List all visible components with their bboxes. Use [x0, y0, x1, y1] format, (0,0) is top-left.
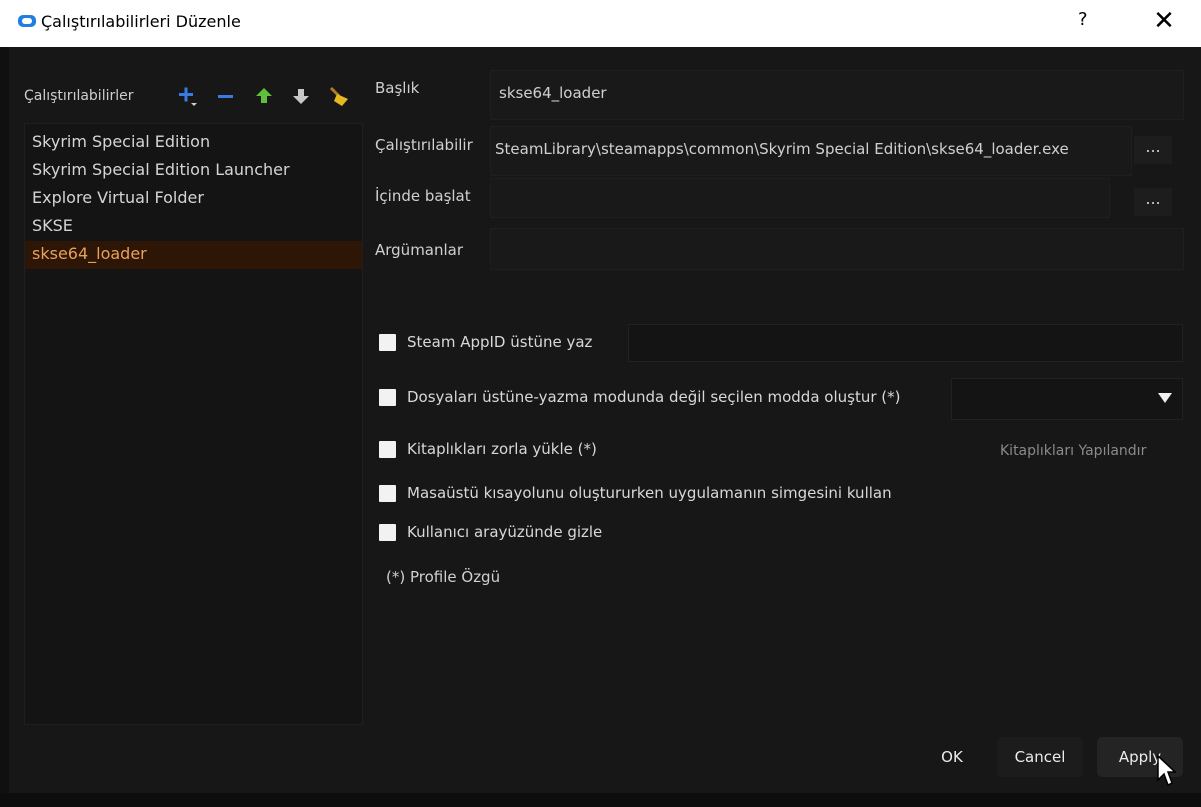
help-button[interactable]: ?: [1078, 9, 1088, 30]
use-icon-label: Masaüstü kısayolunu oluştururken uygulam…: [407, 484, 892, 502]
bottom-strip: [0, 793, 1201, 807]
move-up-icon[interactable]: [253, 84, 275, 108]
title-input[interactable]: skse64_loader: [490, 70, 1184, 120]
mod-select-dropdown[interactable]: [951, 378, 1183, 420]
close-button[interactable]: ✕: [1149, 4, 1179, 38]
chevron-down-icon: [1158, 393, 1172, 403]
start-in-label: İçinde başlat: [375, 187, 471, 205]
use-icon-checkbox[interactable]: [379, 485, 396, 502]
executables-list[interactable]: Skyrim Special Edition Skyrim Special Ed…: [24, 123, 363, 725]
executables-header: Çalıştırılabilirler: [24, 88, 134, 104]
remove-icon[interactable]: [215, 84, 237, 108]
binary-label: Çalıştırılabilir: [375, 136, 473, 154]
hide-ui-label: Kullanıcı arayüzünde gizle: [407, 523, 603, 541]
list-item-label: skse64_loader: [32, 244, 147, 263]
force-libs-checkbox[interactable]: [379, 441, 396, 458]
title-label: Başlık: [375, 79, 420, 97]
mouse-cursor-icon: [1157, 754, 1176, 787]
binary-input[interactable]: SteamLibrary\steamapps\common\Skyrim Spe…: [490, 126, 1132, 176]
title-bar: Çalıştırılabilirleri Düzenle ? ✕: [0, 0, 1201, 47]
hide-ui-checkbox[interactable]: [379, 524, 396, 541]
profile-specific-note: (*) Profile Özgü: [386, 568, 501, 586]
steam-appid-label: Steam AppID üstüne yaz: [407, 333, 593, 351]
start-in-input[interactable]: [490, 178, 1110, 218]
create-files-label: Dosyaları üstüne-yazma modunda değil seç…: [407, 388, 901, 406]
start-in-browse-button[interactable]: ...: [1134, 188, 1172, 216]
force-libs-label: Kitaplıkları zorla yükle (*): [407, 440, 597, 458]
binary-input-value: SteamLibrary\steamapps\common\Skyrim Spe…: [495, 140, 1069, 158]
list-item[interactable]: Skyrim Special Edition Launcher: [32, 160, 290, 179]
title-input-value: skse64_loader: [499, 84, 607, 102]
list-item-selected[interactable]: skse64_loader: [25, 241, 362, 269]
list-item[interactable]: SKSE: [32, 216, 73, 235]
steam-appid-checkbox[interactable]: [379, 334, 396, 351]
app-icon: [18, 15, 36, 27]
add-icon[interactable]: [177, 84, 199, 108]
steam-appid-input[interactable]: [628, 324, 1183, 362]
window-title: Çalıştırılabilirleri Düzenle: [41, 12, 241, 31]
arguments-input[interactable]: [490, 228, 1184, 270]
move-down-icon[interactable]: [290, 84, 312, 108]
clean-icon[interactable]: [328, 84, 350, 108]
arguments-label: Argümanlar: [375, 241, 464, 259]
list-item[interactable]: Skyrim Special Edition: [32, 132, 210, 151]
configure-libs-button[interactable]: Kitaplıkları Yapılandır: [1000, 443, 1146, 459]
binary-browse-button[interactable]: ...: [1134, 136, 1172, 164]
ok-button[interactable]: OK: [920, 737, 984, 777]
create-files-checkbox[interactable]: [379, 389, 396, 406]
list-item[interactable]: Explore Virtual Folder: [32, 188, 204, 207]
cancel-button[interactable]: Cancel: [997, 737, 1083, 777]
